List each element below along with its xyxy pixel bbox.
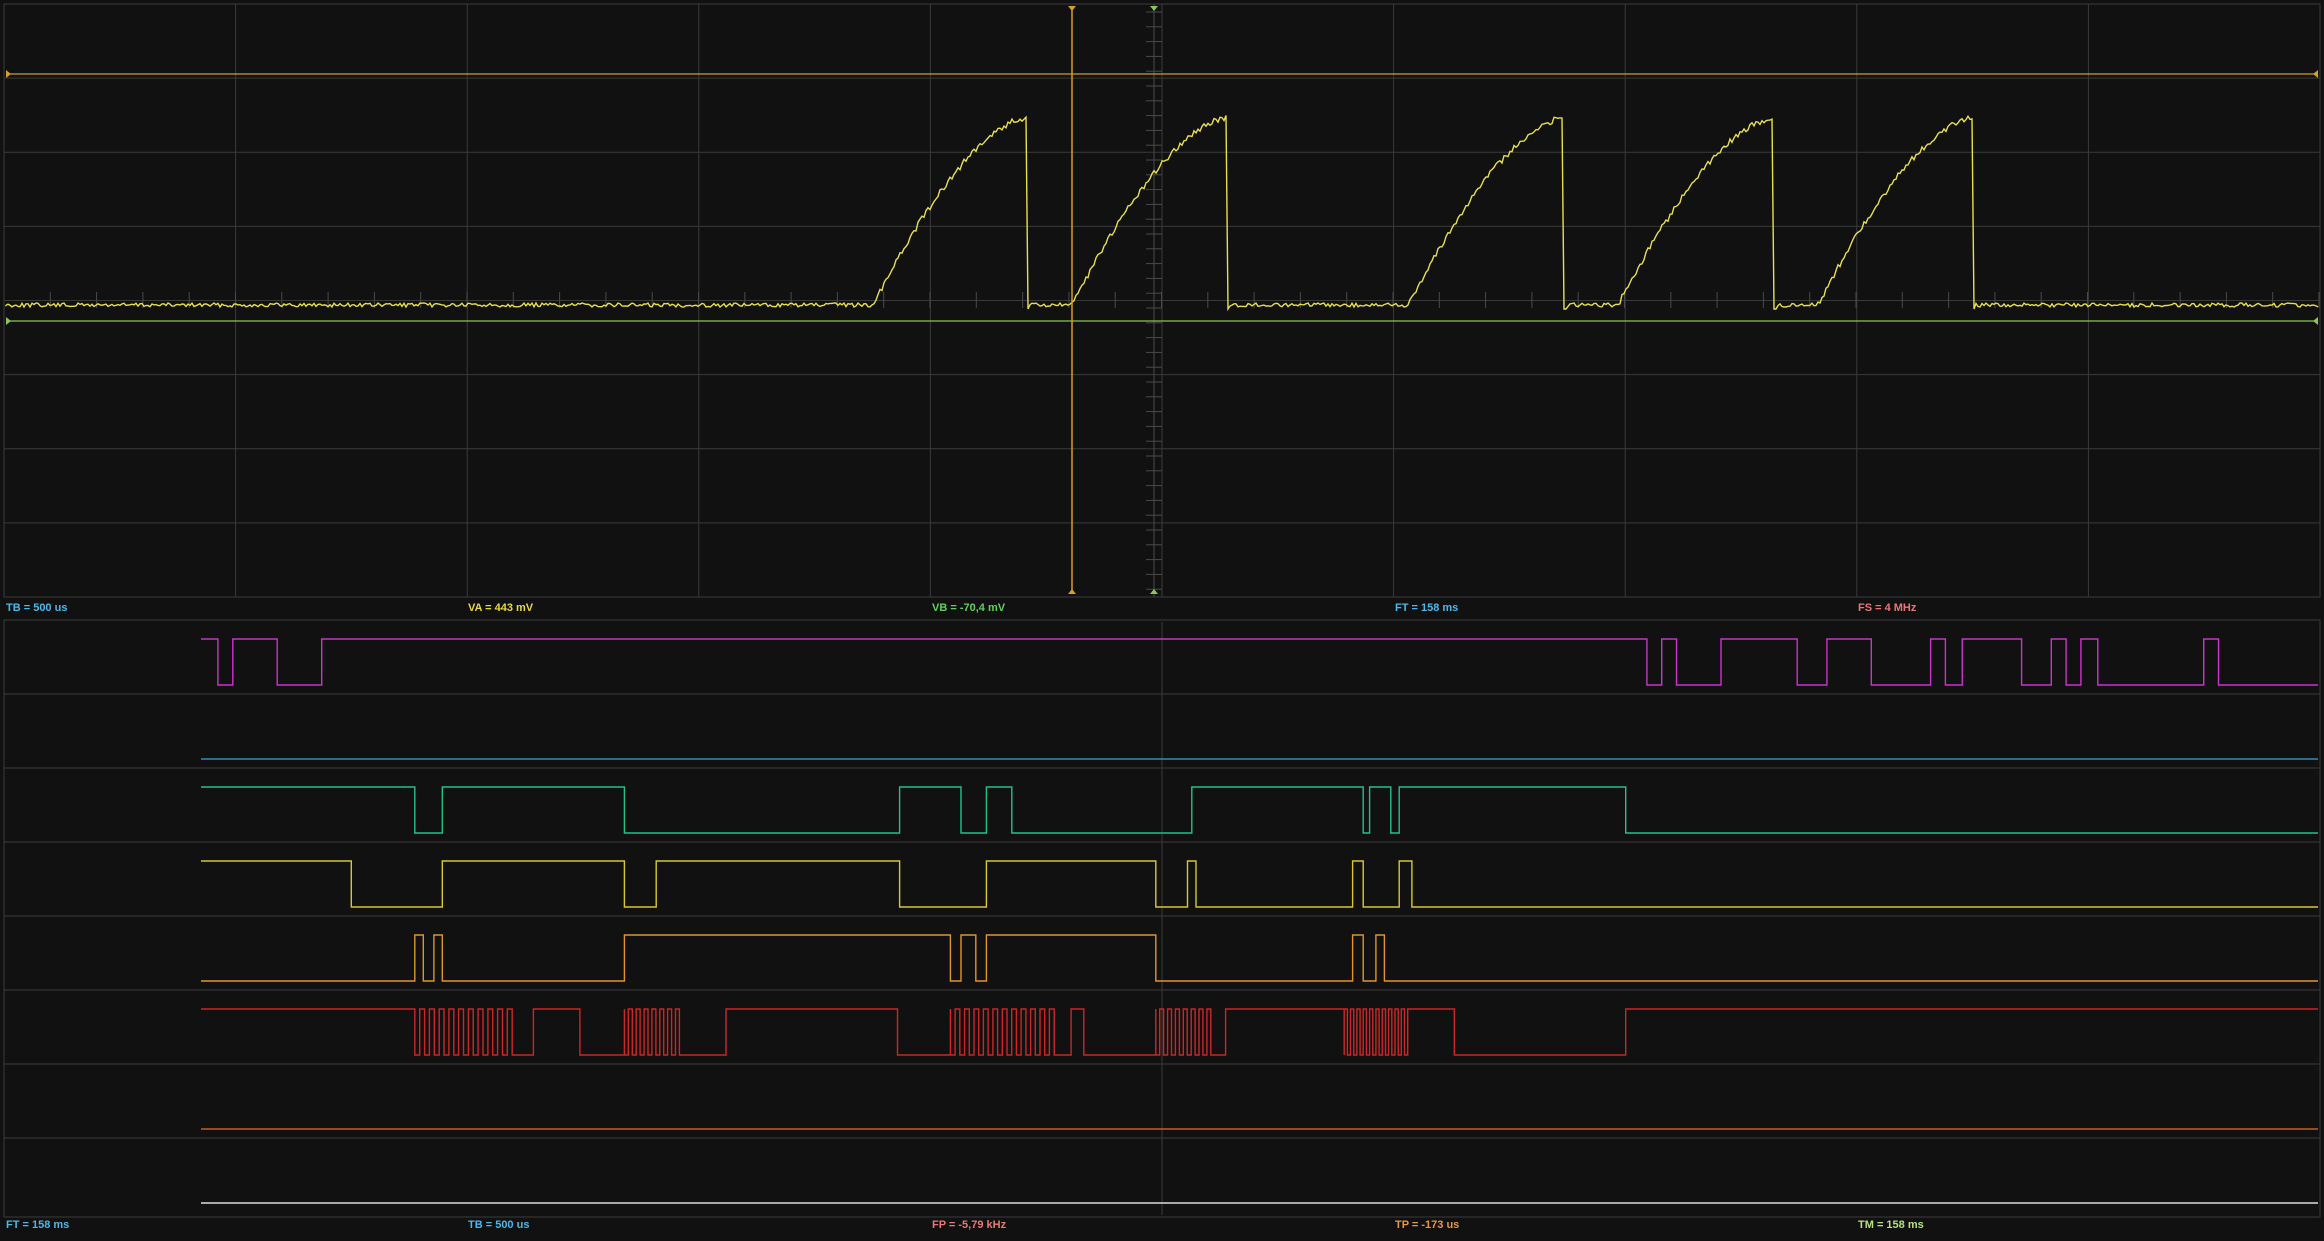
analog-panel — [3, 3, 2321, 598]
measure-time-label: TM = 158 ms — [1858, 1219, 1924, 1231]
frame-time-label-bottom: FT = 158 ms — [6, 1219, 69, 1231]
frequency-label: FP = -5,79 kHz — [932, 1219, 1007, 1231]
voltage-a-label: VA = 443 mV — [468, 602, 534, 614]
sample-rate-label: FS = 4 MHz — [1858, 602, 1917, 614]
digital-status-bar: FT = 158 ms TB = 500 us FP = -5,79 kHz T… — [6, 1219, 1924, 1231]
analog-status-bar: TB = 500 us VA = 443 mV VB = -70,4 mV FT… — [6, 602, 1917, 614]
oscilloscope-display: TB = 500 us VA = 443 mV VB = -70,4 mV FT… — [3, 3, 2321, 1231]
timebase-label-bottom: TB = 500 us — [468, 1219, 529, 1231]
digital-panel — [3, 619, 2321, 1218]
frame-time-label: FT = 158 ms — [1395, 602, 1458, 614]
voltage-b-label: VB = -70,4 mV — [932, 602, 1006, 614]
period-label: TP = -173 us — [1395, 1219, 1459, 1231]
timebase-label: TB = 500 us — [6, 602, 67, 614]
